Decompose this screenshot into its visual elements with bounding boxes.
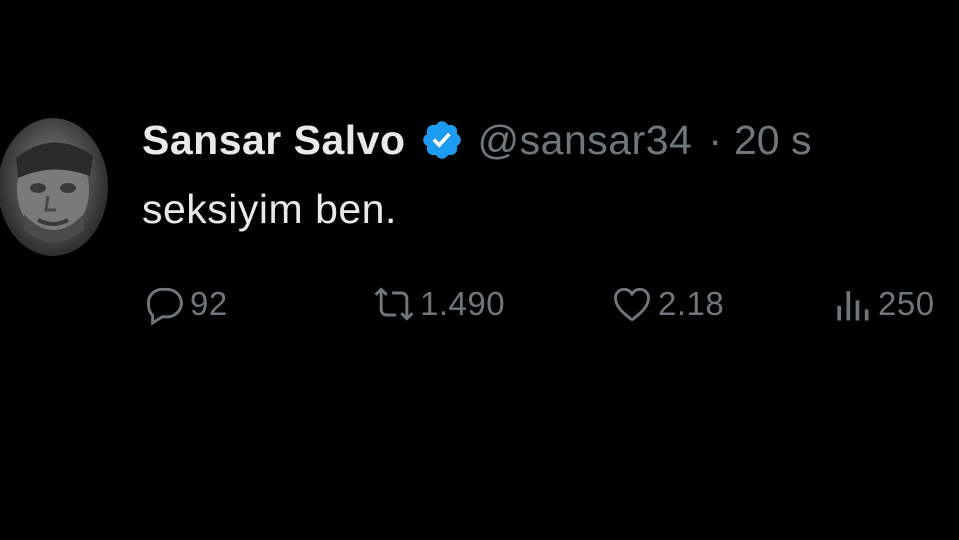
display-name[interactable]: Sansar Salvo [142, 117, 406, 164]
user-handle[interactable]: @sansar34 [478, 117, 693, 164]
views-chart-icon [830, 282, 874, 326]
like-count: 2.18 [658, 285, 725, 322]
avatar[interactable] [0, 118, 108, 256]
verified-badge-icon [420, 118, 464, 162]
reply-count: 92 [190, 285, 228, 322]
retweet-count: 1.490 [420, 285, 506, 322]
reply-button[interactable]: 92 [142, 282, 228, 326]
views-count: 250 [878, 285, 935, 322]
reply-icon [142, 282, 186, 326]
tweet-timestamp[interactable]: 20 s [734, 117, 812, 164]
retweet-icon [372, 282, 416, 326]
retweet-button[interactable]: 1.490 [372, 282, 505, 326]
tweet: Sansar Salvo @sansar34 · 20 s seksiyim b… [0, 0, 959, 540]
tweet-text: seksiyim ben. [142, 186, 397, 232]
tweet-header: Sansar Salvo @sansar34 · 20 s [142, 112, 811, 168]
views-button[interactable]: 250 [830, 282, 935, 326]
like-button[interactable]: 2.18 [610, 282, 724, 326]
heart-icon [610, 282, 654, 326]
avatar-face-icon [16, 142, 93, 242]
separator-dot: · [708, 116, 722, 163]
